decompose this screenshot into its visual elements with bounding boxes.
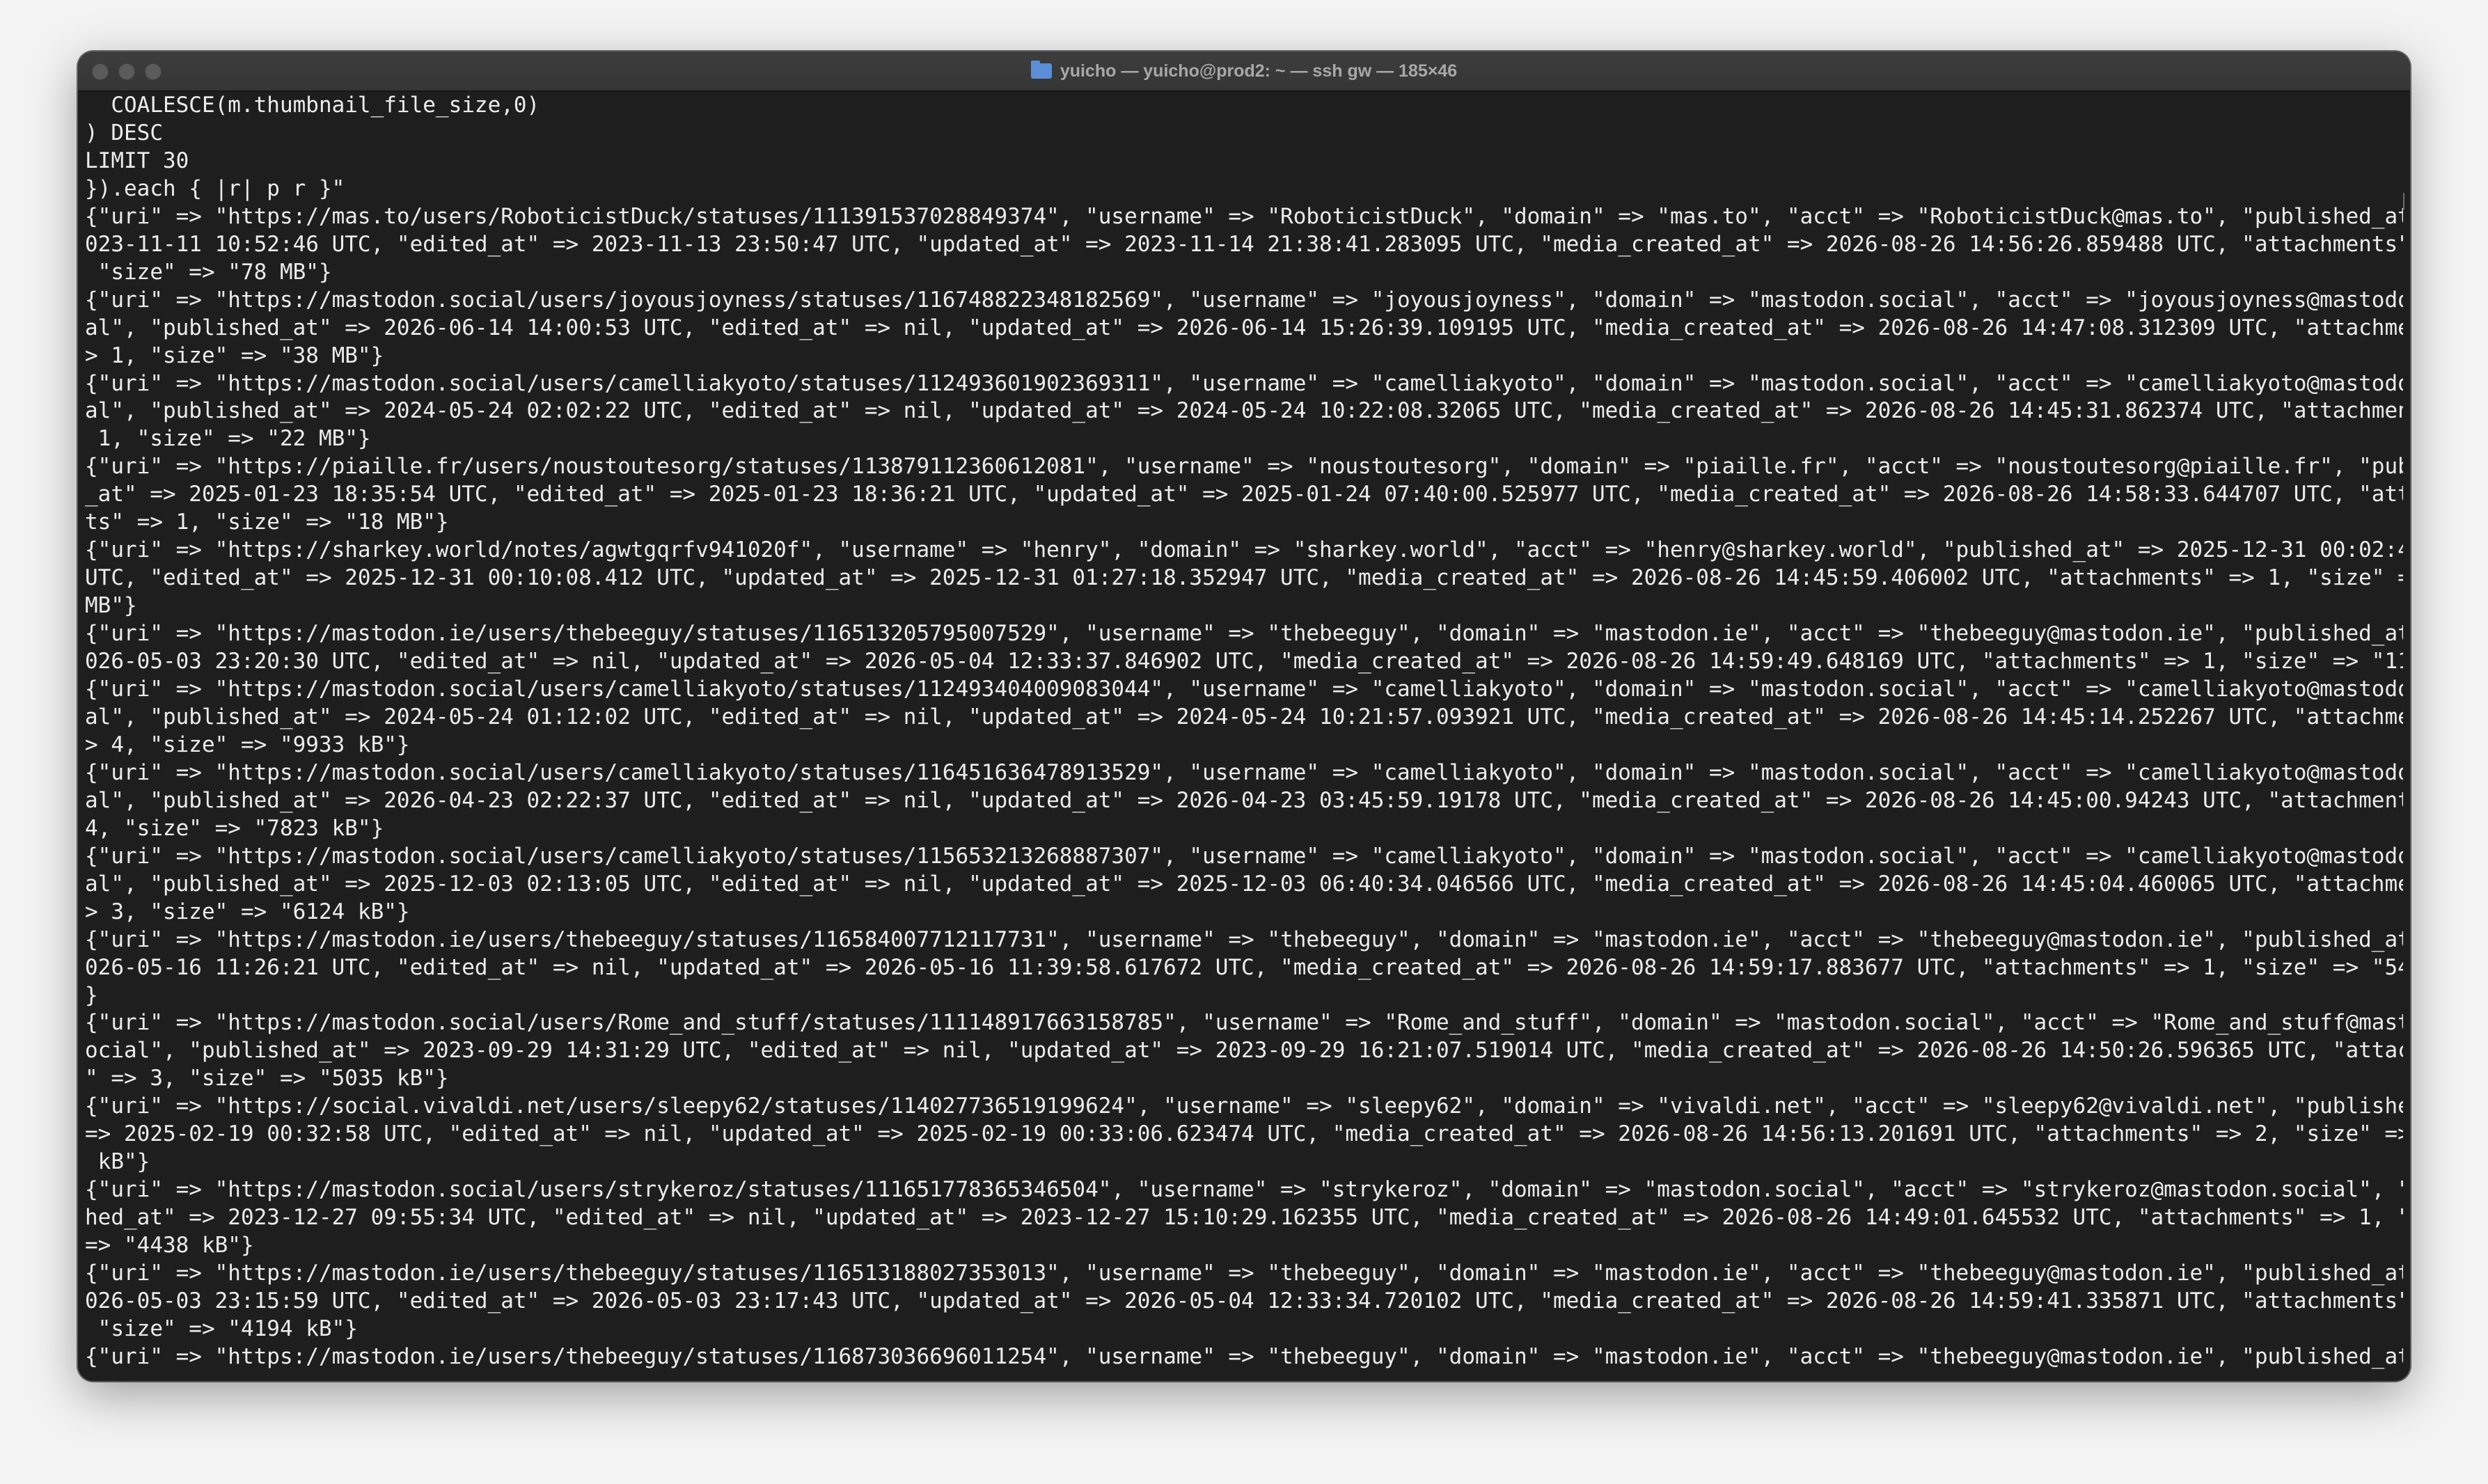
- terminal-line: {"uri" => "https://mastodon.social/users…: [85, 370, 2403, 396]
- terminal-line: LIMIT 30: [85, 148, 189, 173]
- terminal-line: => "4438 kB"}: [85, 1233, 254, 1258]
- terminal-line: {"uri" => "https://mastodon.social/users…: [85, 843, 2403, 869]
- terminal-line: {"uri" => "https://mastodon.ie/users/the…: [85, 621, 2403, 647]
- window-title: yuicho — yuicho@prod2: ~ — ssh gw — 185×…: [1060, 61, 1458, 81]
- terminal-line: "size" => "78 MB"}: [85, 259, 332, 285]
- terminal-line: {"uri" => "https://mastodon.ie/users/the…: [85, 1343, 2403, 1369]
- terminal-line: al", "published_at" => 2024-05-24 01:12:…: [85, 704, 2403, 729]
- terminal-line: ) DESC: [85, 120, 163, 145]
- terminal-line: }).each { |r| p r }": [85, 175, 345, 201]
- scroll-marker: [2403, 193, 2404, 210]
- terminal-line: 4, "size" => "7823 kB"}: [85, 815, 384, 841]
- terminal-line: {"uri" => "https://mastodon.social/users…: [85, 759, 2403, 785]
- terminal-line: {"uri" => "https://mastodon.social/users…: [85, 1177, 2403, 1203]
- terminal-window[interactable]: yuicho — yuicho@prod2: ~ — ssh gw — 185×…: [78, 52, 2410, 1381]
- terminal-line: ocial", "published_at" => 2023-09-29 14:…: [85, 1038, 2403, 1064]
- terminal-line: {"uri" => "https://mas.to/users/Robotici…: [85, 203, 2403, 229]
- terminal-line: {"uri" => "https://social.vivaldi.net/us…: [85, 1094, 2403, 1119]
- terminal-line: MB"}: [85, 593, 137, 619]
- terminal-line: UTC, "edited_at" => 2025-12-31 00:10:08.…: [85, 565, 2403, 591]
- terminal-line: => 2025-02-19 00:32:58 UTC, "edited_at" …: [85, 1121, 2403, 1147]
- terminal-line: "size" => "4194 kB"}: [85, 1316, 358, 1341]
- folder-icon: [1030, 61, 1052, 79]
- terminal-line: _at" => 2025-01-23 18:35:54 UTC, "edited…: [85, 482, 2403, 507]
- terminal-line: {"uri" => "https://piaille.fr/users/nous…: [85, 454, 2403, 480]
- terminal-line: {"uri" => "https://mastodon.ie/users/the…: [85, 1261, 2403, 1286]
- terminal-line: al", "published_at" => 2026-06-14 14:00:…: [85, 315, 2403, 340]
- terminal-line: > 4, "size" => "9933 kB"}: [85, 732, 410, 757]
- terminal-line: COALESCE(m.thumbnail_file_size,0): [85, 93, 540, 118]
- terminal-line: hed_at" => 2023-12-27 09:55:34 UTC, "edi…: [85, 1205, 2403, 1231]
- terminal-line: kB"}: [85, 1149, 150, 1175]
- title-bar[interactable]: yuicho — yuicho@prod2: ~ — ssh gw — 185×…: [78, 52, 2410, 92]
- terminal-line: {"uri" => "https://mastodon.social/users…: [85, 287, 2403, 313]
- terminal-line: {"uri" => "https://sharkey.world/notes/a…: [85, 537, 2403, 563]
- terminal-output[interactable]: COALESCE(m.thumbnail_file_size,0)) DESC L…: [85, 92, 2403, 1377]
- terminal-line: > 3, "size" => "6124 kB"}: [85, 899, 410, 924]
- terminal-line: al", "published_at" => 2025-12-03 02:13:…: [85, 871, 2403, 897]
- terminal-line: }: [85, 982, 98, 1008]
- terminal-line: {"uri" => "https://mastodon.social/users…: [85, 1010, 2403, 1036]
- terminal-line: al", "published_at" => 2024-05-24 02:02:…: [85, 398, 2403, 424]
- terminal-line: ts" => 1, "size" => "18 MB"}: [85, 510, 449, 535]
- terminal-line: " => 3, "size" => "5035 kB"}: [85, 1066, 449, 1091]
- terminal-line: 1, "size" => "22 MB"}: [85, 426, 371, 452]
- window-title-area: yuicho — yuicho@prod2: ~ — ssh gw — 185×…: [78, 52, 2410, 90]
- terminal-line: al", "published_at" => 2026-04-23 02:22:…: [85, 787, 2403, 813]
- terminal-line: 026-05-03 23:15:59 UTC, "edited_at" => 2…: [85, 1288, 2403, 1313]
- terminal-line: > 1, "size" => "38 MB"}: [85, 342, 384, 368]
- desktop-background: yuicho — yuicho@prod2: ~ — ssh gw — 185×…: [0, 0, 2488, 1484]
- terminal-line: 023-11-11 10:52:46 UTC, "edited_at" => 2…: [85, 231, 2403, 257]
- terminal-line: {"uri" => "https://mastodon.social/users…: [85, 677, 2403, 702]
- terminal-line: 026-05-16 11:26:21 UTC, "edited_at" => n…: [85, 954, 2403, 980]
- terminal-line: {"uri" => "https://mastodon.ie/users/the…: [85, 926, 2403, 952]
- terminal-line: 026-05-03 23:20:30 UTC, "edited_at" => n…: [85, 649, 2403, 674]
